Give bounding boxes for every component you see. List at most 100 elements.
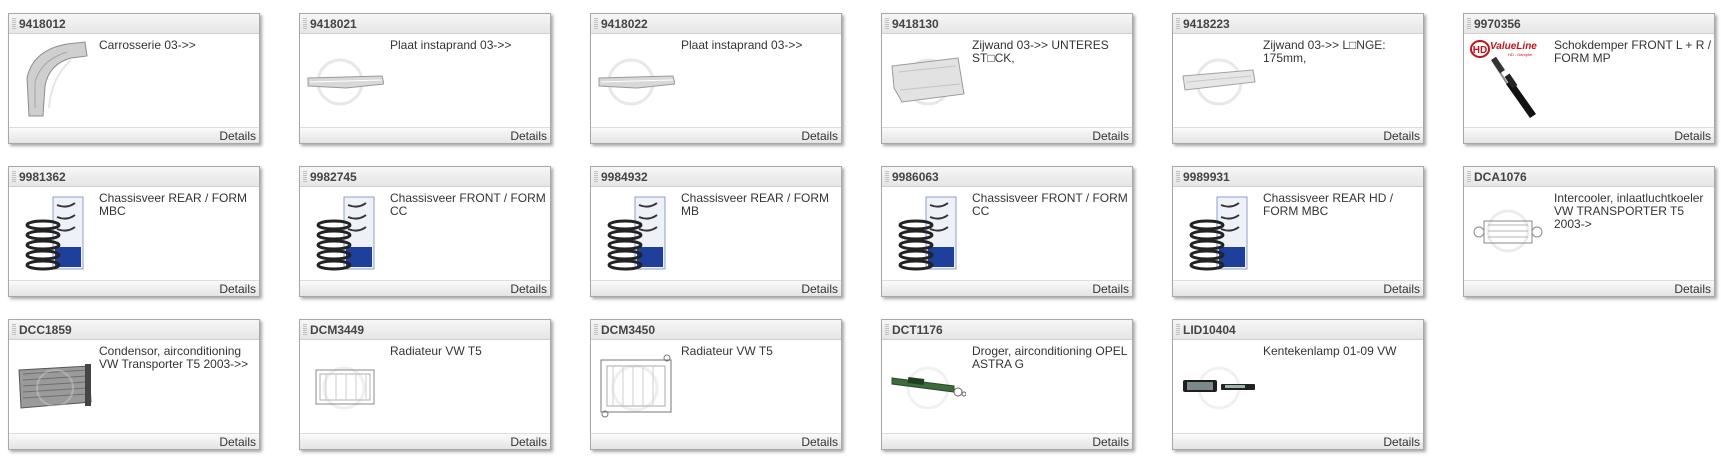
product-card: DCT1176 Droger, airconditioning OPEL AST… xyxy=(881,319,1133,450)
product-description: Intercooler, inlaatluchtkoeler VW TRANSP… xyxy=(1554,191,1704,231)
condenser-icon xyxy=(18,364,92,409)
svg-text:HD - Dämpfer: HD - Dämpfer xyxy=(1508,52,1533,57)
card-header: LID10404 xyxy=(1173,320,1423,340)
card-header: 9984932 xyxy=(591,167,841,187)
card-header: DCA1076 xyxy=(1464,167,1714,187)
product-card: DCM3450 Radiateur VW T5 Details xyxy=(590,319,842,450)
product-code: 9984932 xyxy=(601,170,648,184)
card-footer: Details xyxy=(9,280,259,296)
details-link[interactable]: Details xyxy=(219,435,256,449)
card-header: 9418130 xyxy=(882,14,1132,34)
svg-text:ValueLine: ValueLine xyxy=(1490,41,1537,52)
details-link[interactable]: Details xyxy=(1092,435,1129,449)
details-link[interactable]: Details xyxy=(219,282,256,296)
radiator-icon xyxy=(315,366,375,410)
product-code: DCM3449 xyxy=(310,323,365,337)
product-code: 9418021 xyxy=(310,17,357,31)
product-card: 9418022 Plaat instaprand 03->> Details xyxy=(590,13,842,144)
product-code: LID10404 xyxy=(1183,323,1236,337)
details-link[interactable]: Details xyxy=(510,129,547,143)
card-header: 9418022 xyxy=(591,14,841,34)
card-header: DCT1176 xyxy=(882,320,1132,340)
sill-plate-icon xyxy=(598,58,675,106)
details-link[interactable]: Details xyxy=(510,282,547,296)
product-code: 9418130 xyxy=(892,17,939,31)
body-panel-icon xyxy=(26,41,88,117)
sill-plate-icon xyxy=(307,58,384,106)
product-description: Chassisveer REAR HD / FORM MBC xyxy=(1263,191,1394,218)
details-link[interactable]: Details xyxy=(1092,129,1129,143)
details-link[interactable]: Details xyxy=(801,129,838,143)
product-description: Droger, airconditioning OPEL ASTRA G xyxy=(972,344,1127,371)
details-link[interactable]: Details xyxy=(1383,282,1420,296)
product-card: 9989931 Chassisveer REAR HD / FORM MBC D… xyxy=(1172,166,1424,297)
intercooler-icon xyxy=(1473,209,1543,253)
product-code: DCA1076 xyxy=(1474,170,1527,184)
details-link[interactable]: Details xyxy=(1383,129,1420,143)
product-code: 9418012 xyxy=(19,17,66,31)
coil-spring-icon xyxy=(1189,196,1248,271)
card-footer: Details xyxy=(300,280,550,296)
card-header: DCM3449 xyxy=(300,320,550,340)
product-description: Kentekenlamp 01-09 VW xyxy=(1263,344,1397,358)
product-description: Carrosserie 03->> xyxy=(99,38,196,52)
product-card: 9970356 HD ValueLine HD - Dämpfer Schokd… xyxy=(1463,13,1715,144)
product-code: 9989931 xyxy=(1183,170,1230,184)
coil-spring-icon xyxy=(607,196,666,271)
product-card: 9418012 Carrosserie 03->> Details xyxy=(8,13,260,144)
product-description: Chassisveer REAR / FORM MB xyxy=(681,191,830,218)
side-panel-icon xyxy=(1182,58,1256,106)
card-header: DCC1859 xyxy=(9,320,259,340)
coil-spring-icon xyxy=(898,196,957,271)
product-code: 9970356 xyxy=(1474,17,1521,31)
card-footer: Details xyxy=(9,127,259,143)
card-footer: Details xyxy=(300,127,550,143)
product-card: LID10404 Kentekenlamp 01-09 VW Details xyxy=(1172,319,1424,450)
card-footer: Details xyxy=(1464,127,1714,143)
product-description: Radiateur VW T5 xyxy=(681,344,773,358)
side-panel-icon xyxy=(891,57,965,106)
radiator-icon xyxy=(600,354,672,418)
details-link[interactable]: Details xyxy=(801,435,838,449)
product-description: Plaat instaprand 03->> xyxy=(681,38,803,52)
card-footer: Details xyxy=(9,433,259,449)
details-link[interactable]: Details xyxy=(1674,282,1711,296)
details-link[interactable]: Details xyxy=(1383,435,1420,449)
dryer-icon xyxy=(891,366,966,410)
card-footer: Details xyxy=(591,127,841,143)
product-card: 9981362 Chassisveer REAR / FORM MBC Deta… xyxy=(8,166,260,297)
card-footer: Details xyxy=(1173,280,1423,296)
product-card: 9986063 Chassisveer FRONT / FORM CC Deta… xyxy=(881,166,1133,297)
card-header: 9989931 xyxy=(1173,167,1423,187)
card-header: 9970356 xyxy=(1464,14,1714,34)
card-header: 9986063 xyxy=(882,167,1132,187)
card-header: 9418223 xyxy=(1173,14,1423,34)
details-link[interactable]: Details xyxy=(801,282,838,296)
product-card: 9418223 Zijwand 03->> L□NGE: 175mm, Deta… xyxy=(1172,13,1424,144)
product-description: Plaat instaprand 03->> xyxy=(390,38,512,52)
details-link[interactable]: Details xyxy=(510,435,547,449)
product-code: 9418223 xyxy=(1183,17,1230,31)
product-code: 9981362 xyxy=(19,170,66,184)
product-card: 9982745 Chassisveer FRONT / FORM CC Deta… xyxy=(299,166,551,297)
card-header: 9418021 xyxy=(300,14,550,34)
details-link[interactable]: Details xyxy=(1674,129,1711,143)
details-link[interactable]: Details xyxy=(1092,282,1129,296)
card-header: 9981362 xyxy=(9,167,259,187)
product-description: Chassisveer FRONT / FORM CC xyxy=(972,191,1128,218)
details-link[interactable]: Details xyxy=(219,129,256,143)
card-footer: Details xyxy=(591,280,841,296)
coil-spring-icon xyxy=(25,196,84,271)
card-footer: Details xyxy=(300,433,550,449)
card-footer: Details xyxy=(1173,433,1423,449)
card-footer: Details xyxy=(1173,127,1423,143)
svg-text:HD: HD xyxy=(1473,45,1487,56)
product-code: 9986063 xyxy=(892,170,939,184)
product-card: 9418021 Plaat instaprand 03->> Details xyxy=(299,13,551,144)
coil-spring-icon xyxy=(316,196,375,271)
card-footer: Details xyxy=(882,127,1132,143)
product-code: 9418022 xyxy=(601,17,648,31)
card-header: DCM3450 xyxy=(591,320,841,340)
product-card: 9418130 Zijwand 03->> UNTERES ST□CK, Det… xyxy=(881,13,1133,144)
card-header: 9982745 xyxy=(300,167,550,187)
